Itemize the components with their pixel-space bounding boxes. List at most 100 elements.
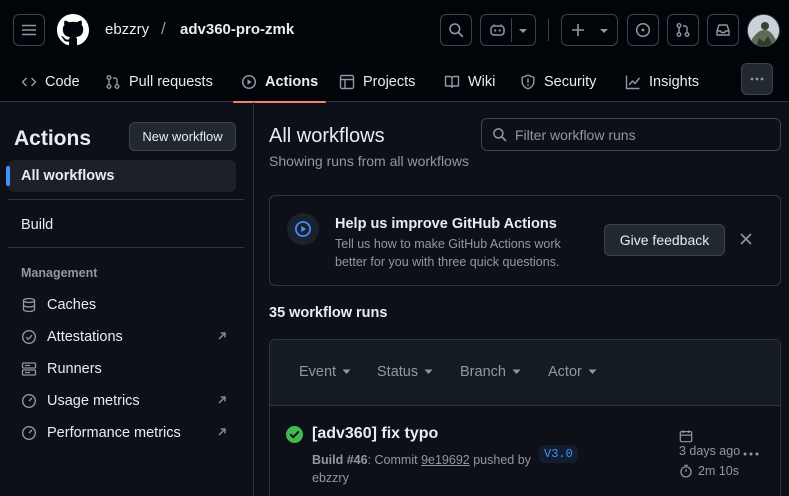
filter-input[interactable] bbox=[515, 126, 765, 143]
copilot-button[interactable] bbox=[480, 14, 536, 46]
search-button[interactable] bbox=[440, 14, 472, 46]
repo-owner-link[interactable]: ebzzry bbox=[105, 21, 149, 38]
management-heading: Management bbox=[21, 266, 98, 280]
repo-nav: Code Pull requests Actions Projects Wiki… bbox=[0, 62, 789, 103]
meter-icon bbox=[21, 393, 37, 409]
sidebar-item-caches[interactable]: Caches bbox=[21, 293, 231, 317]
sidebar-item-performance-metrics[interactable]: Performance metrics bbox=[21, 421, 231, 445]
sidebar-item-label: Runners bbox=[47, 361, 102, 377]
workflow-run-label: Build #46 bbox=[312, 453, 368, 467]
actions-sidebar: Actions New workflow All workflows Build… bbox=[0, 102, 254, 496]
verified-icon bbox=[21, 329, 37, 345]
workflow-runs-table: Event Status Branch Actor [adv360] fix t… bbox=[269, 339, 781, 496]
filter-label: Actor bbox=[548, 364, 582, 380]
tab-code[interactable]: Code bbox=[21, 62, 80, 102]
tab-wiki[interactable]: Wiki bbox=[444, 62, 495, 102]
tab-label: Wiki bbox=[468, 74, 496, 90]
calendar-icon bbox=[679, 430, 693, 443]
tab-label: Insights bbox=[649, 74, 699, 90]
sidebar-item-build[interactable]: Build bbox=[8, 209, 236, 241]
branch-tag[interactable]: V3.0 bbox=[539, 445, 578, 463]
run-title-link[interactable]: [adv360] fix typo bbox=[312, 425, 438, 443]
tab-label: Code bbox=[45, 74, 80, 90]
more-tabs-button[interactable] bbox=[741, 63, 773, 95]
sidebar-item-usage-metrics[interactable]: Usage metrics bbox=[21, 389, 231, 413]
give-feedback-button[interactable]: Give feedback bbox=[604, 224, 725, 256]
pull-requests-button[interactable] bbox=[667, 14, 699, 46]
filter-label: Event bbox=[299, 364, 337, 380]
header-divider bbox=[548, 19, 549, 41]
triangle-down-icon bbox=[512, 369, 521, 374]
link-external-icon bbox=[218, 396, 226, 404]
workflow-runs-count: 35 workflow runs bbox=[269, 305, 388, 321]
run-duration-label: 2m 10s bbox=[698, 464, 739, 478]
banner-title: Help us improve GitHub Actions bbox=[335, 216, 557, 232]
plus-icon bbox=[572, 24, 584, 36]
tab-insights[interactable]: Insights bbox=[625, 62, 699, 102]
triangle-down-icon bbox=[424, 369, 433, 374]
sidebar-item-label: Caches bbox=[47, 297, 97, 313]
repo-name-link[interactable]: adv360-pro-zmk bbox=[180, 21, 294, 38]
sidebar-divider bbox=[8, 247, 244, 248]
tab-projects[interactable]: Projects bbox=[339, 62, 415, 102]
commit-link[interactable]: 9e19692 bbox=[421, 453, 470, 467]
check-circle-fill-icon bbox=[286, 426, 303, 443]
play-icon bbox=[241, 74, 257, 90]
issues-button[interactable] bbox=[627, 14, 659, 46]
event-filter[interactable]: Event bbox=[299, 364, 351, 380]
page-title: All workflows bbox=[269, 125, 385, 147]
triangle-down-icon bbox=[588, 369, 597, 374]
global-header: ebzzry / adv360-pro-zmk Code Pull reques… bbox=[0, 0, 789, 103]
repo-separator: / bbox=[161, 19, 166, 38]
server-icon bbox=[21, 362, 37, 376]
git-pull-request-icon bbox=[106, 75, 120, 89]
new-workflow-button[interactable]: New workflow bbox=[129, 122, 236, 151]
book-icon bbox=[444, 75, 460, 89]
run-date-label: 3 days ago bbox=[679, 444, 741, 458]
sidebar-title: Actions bbox=[14, 127, 92, 150]
actor-filter[interactable]: Actor bbox=[548, 364, 597, 380]
kebab-horizontal-icon bbox=[750, 77, 764, 81]
github-logo-icon[interactable] bbox=[57, 14, 89, 46]
run-duration: 2m 10s bbox=[679, 464, 739, 478]
filter-label: Branch bbox=[460, 364, 506, 380]
inbox-button[interactable] bbox=[707, 14, 739, 46]
chevron-down-icon bbox=[519, 29, 527, 33]
chevron-down-icon bbox=[600, 29, 608, 33]
commit-prefix: : Commit bbox=[367, 453, 422, 467]
tab-pull-requests[interactable]: Pull requests bbox=[105, 62, 213, 102]
runs-filter-bar: Event Status Branch Actor bbox=[270, 340, 780, 406]
search-icon bbox=[449, 23, 464, 38]
tab-security[interactable]: Security bbox=[520, 62, 596, 102]
inbox-icon bbox=[716, 24, 730, 36]
issue-opened-icon bbox=[635, 22, 651, 38]
avatar[interactable] bbox=[747, 14, 780, 47]
dismiss-banner-button[interactable] bbox=[740, 233, 752, 245]
sidebar-item-all-workflows[interactable]: All workflows bbox=[6, 160, 236, 192]
run-date: 3 days ago bbox=[679, 444, 740, 458]
menu-button[interactable] bbox=[13, 14, 45, 46]
shield-icon bbox=[521, 74, 535, 90]
stopwatch-icon bbox=[680, 464, 692, 478]
create-new-button[interactable] bbox=[561, 14, 618, 46]
database-icon bbox=[22, 297, 36, 313]
filter-workflow-runs[interactable] bbox=[481, 118, 781, 151]
search-icon bbox=[493, 128, 507, 142]
link-external-icon bbox=[218, 428, 226, 436]
tab-actions[interactable]: Actions bbox=[232, 62, 327, 103]
run-options-button[interactable] bbox=[743, 452, 759, 456]
hamburger-icon bbox=[22, 24, 36, 36]
triangle-down-icon bbox=[342, 369, 351, 374]
tab-label: Actions bbox=[265, 74, 319, 90]
sidebar-item-label: Attestations bbox=[47, 329, 123, 345]
sidebar-item-attestations[interactable]: Attestations bbox=[21, 325, 231, 349]
code-icon bbox=[21, 77, 37, 87]
branch-filter[interactable]: Branch bbox=[460, 364, 521, 380]
sidebar-divider bbox=[8, 199, 244, 200]
table-row[interactable]: [adv360] fix typo Build #46: Commit 9e19… bbox=[270, 407, 780, 496]
tab-label: Projects bbox=[363, 74, 416, 90]
status-filter[interactable]: Status bbox=[377, 364, 433, 380]
sidebar-item-runners[interactable]: Runners bbox=[21, 357, 231, 381]
table-icon bbox=[339, 74, 355, 90]
page-subtitle: Showing runs from all workflows bbox=[269, 153, 469, 169]
